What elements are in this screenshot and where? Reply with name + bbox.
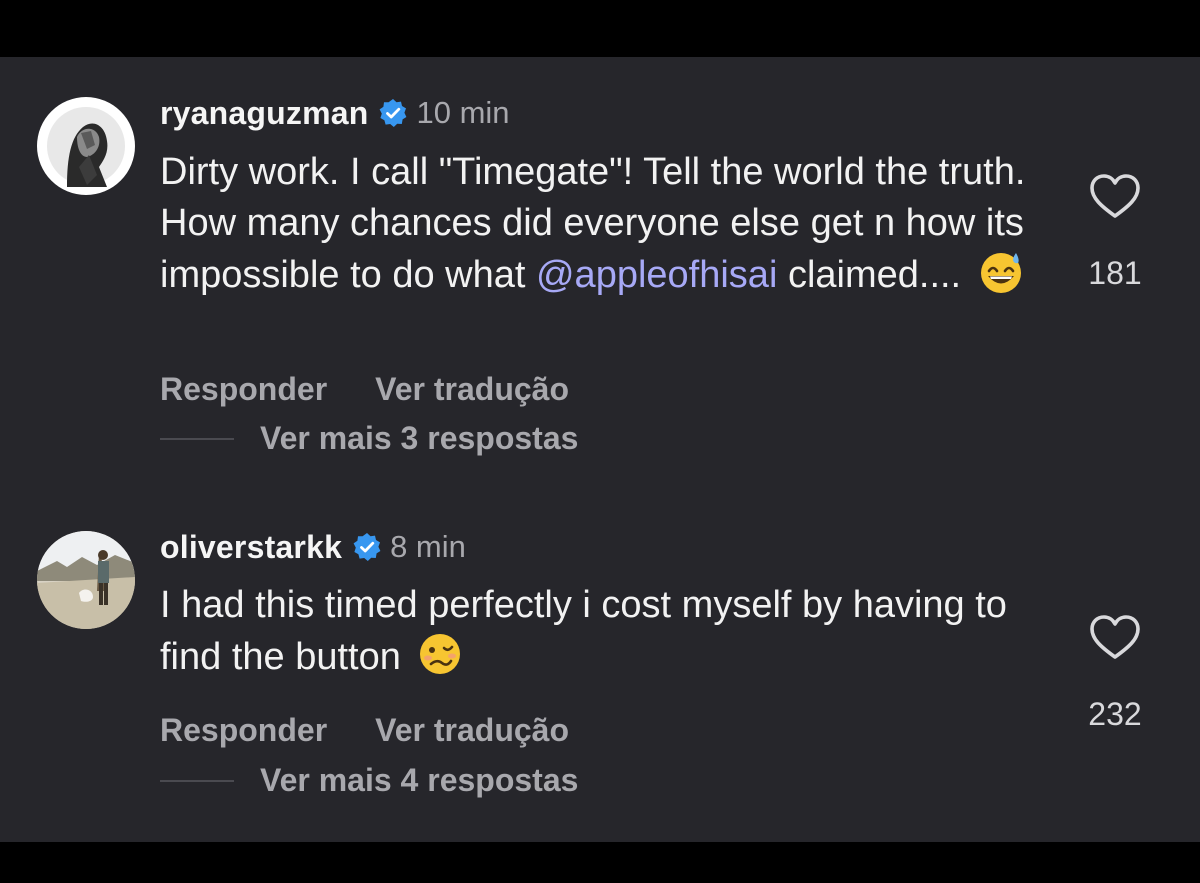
- comment-actions: Responder Ver tradução: [160, 712, 617, 749]
- grinning-sweat-emoji-icon: [980, 253, 1021, 293]
- comment-text-part: I had this timed perfectly i cost myself…: [160, 584, 1007, 678]
- mention-link[interactable]: @appleofhisai: [536, 254, 777, 296]
- reply-button[interactable]: Responder: [160, 371, 327, 407]
- verified-badge-icon: [353, 533, 381, 561]
- verified-badge-icon: [380, 99, 407, 127]
- like-area: 181: [1085, 171, 1145, 292]
- reply-button[interactable]: Responder: [160, 712, 327, 748]
- heart-icon[interactable]: [1088, 171, 1142, 221]
- timestamp: 8 min: [390, 529, 466, 564]
- comment-header: ryanaguzman 10 min: [160, 93, 510, 133]
- like-count: 181: [1088, 255, 1142, 291]
- like-area: 232: [1085, 612, 1145, 733]
- replies-divider: [160, 779, 234, 782]
- view-replies[interactable]: Ver mais 4 respostas: [160, 762, 578, 799]
- timestamp: 10 min: [416, 95, 510, 130]
- comment-actions: Responder Ver tradução: [160, 371, 617, 408]
- view-replies-label[interactable]: Ver mais 3 respostas: [260, 420, 578, 457]
- woozy-face-emoji-icon: [420, 634, 461, 674]
- view-replies[interactable]: Ver mais 3 respostas: [160, 420, 578, 457]
- comment-text: Dirty work. I call "Timegate"! Tell the …: [160, 147, 1040, 301]
- view-replies-label[interactable]: Ver mais 4 respostas: [260, 762, 578, 799]
- avatar[interactable]: [37, 531, 135, 629]
- username[interactable]: oliverstarkk: [160, 529, 342, 566]
- like-count: 232: [1088, 696, 1142, 732]
- comment-header: oliverstarkk 8 min: [160, 527, 466, 567]
- translate-button[interactable]: Ver tradução: [375, 371, 569, 407]
- avatar[interactable]: [37, 97, 135, 195]
- comments-panel: ryanaguzman 10 min Dirty work. I call "T…: [0, 57, 1200, 842]
- translate-button[interactable]: Ver tradução: [375, 712, 569, 748]
- heart-icon[interactable]: [1088, 612, 1142, 662]
- replies-divider: [160, 437, 234, 440]
- comment-text-part: claimed....: [777, 254, 962, 296]
- username[interactable]: ryanaguzman: [160, 95, 368, 132]
- comment-text: I had this timed perfectly i cost myself…: [160, 580, 1040, 683]
